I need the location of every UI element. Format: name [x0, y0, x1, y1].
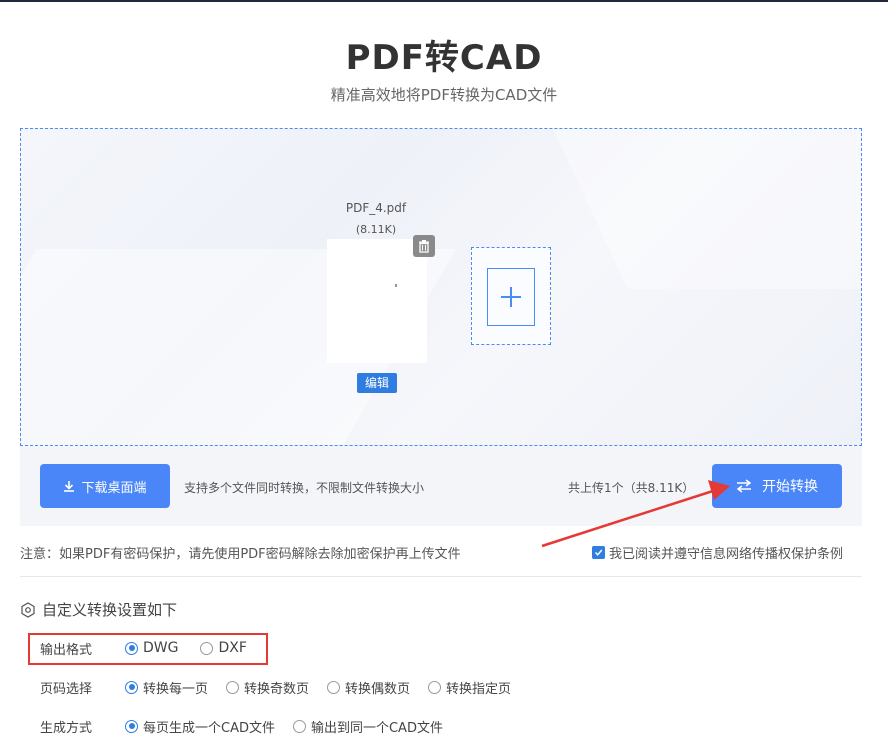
checkbox-checked-icon[interactable]	[592, 546, 605, 559]
radio-unselected-icon[interactable]	[292, 719, 306, 733]
radio-selected-icon[interactable]	[125, 641, 138, 655]
file-thumbnail[interactable]	[327, 239, 427, 363]
action-bar: 下载桌面端 支持多个文件同时转换，不限制文件转换大小 共上传1个（共8.11K）…	[20, 446, 862, 526]
agreement-label: 我已阅读并遵守信息网络传播权保护条例	[609, 547, 844, 562]
page-option-specified[interactable]: 转换指定页	[428, 678, 511, 697]
edit-button[interactable]: 编辑	[357, 373, 397, 393]
file-name: PDF_4.pdf	[345, 201, 407, 215]
file-dropzone[interactable]: PDF_4.pdf (8.11K) 编辑	[20, 128, 862, 446]
download-desktop-button[interactable]: 下载桌面端	[40, 464, 170, 508]
radio-selected-icon[interactable]	[125, 680, 138, 694]
output-format-label: 输出格式	[40, 642, 93, 658]
radio-unselected-icon[interactable]	[200, 641, 214, 655]
page-selection-row: 页码选择 转换每一页 转换奇数页 转换偶数页 转换指定页	[40, 676, 529, 698]
page-title: PDF转CAD	[345, 38, 543, 78]
download-desktop-label: 下载桌面端	[81, 480, 147, 496]
download-icon	[64, 481, 75, 492]
delete-file-button[interactable]	[413, 235, 435, 257]
start-convert-button[interactable]: 开始转换	[712, 464, 842, 508]
page-option-even[interactable]: 转换偶数页	[327, 678, 410, 697]
page-option-odd[interactable]: 转换奇数页	[226, 678, 309, 697]
start-convert-label: 开始转换	[762, 479, 818, 495]
format-option-dxf[interactable]: DXF	[200, 640, 247, 656]
trash-icon	[419, 240, 429, 253]
radio-unselected-icon[interactable]	[327, 680, 341, 694]
support-text: 支持多个文件同时转换，不限制文件转换大小	[184, 481, 425, 495]
upload-count: 共上传1个（共8.11K）	[568, 481, 695, 495]
page-option-all[interactable]: 转换每一页	[125, 678, 208, 697]
settings-title: 自定义转换设置如下	[20, 599, 177, 620]
radio-unselected-icon[interactable]	[428, 680, 442, 694]
format-option-dwg[interactable]: DWG	[125, 640, 178, 656]
agreement-checkbox[interactable]: 我已阅读并遵守信息网络传播权保护条例	[592, 543, 843, 562]
output-format-row: 输出格式 DWG DXF	[40, 637, 269, 659]
plus-icon	[501, 287, 521, 307]
radio-unselected-icon[interactable]	[226, 680, 240, 694]
mode-option-single-file[interactable]: 输出到同一个CAD文件	[292, 717, 443, 736]
page-selection-label: 页码选择	[40, 681, 93, 697]
swap-icon	[736, 479, 752, 493]
radio-selected-icon[interactable]	[125, 719, 138, 733]
page-subtitle: 精准高效地将PDF转换为CAD文件	[330, 86, 558, 104]
password-notice: 注意：如果PDF有密码保护，请先使用PDF密码解除去除加密保护再上传文件	[20, 547, 461, 562]
generate-mode-label: 生成方式	[40, 720, 93, 736]
generate-mode-row: 生成方式 每页生成一个CAD文件 输出到同一个CAD文件	[40, 715, 461, 737]
top-border	[0, 0, 888, 2]
mode-option-per-page[interactable]: 每页生成一个CAD文件	[125, 717, 275, 736]
settings-hex-icon	[21, 601, 35, 618]
add-file-button[interactable]	[471, 247, 551, 345]
divider	[20, 576, 862, 577]
